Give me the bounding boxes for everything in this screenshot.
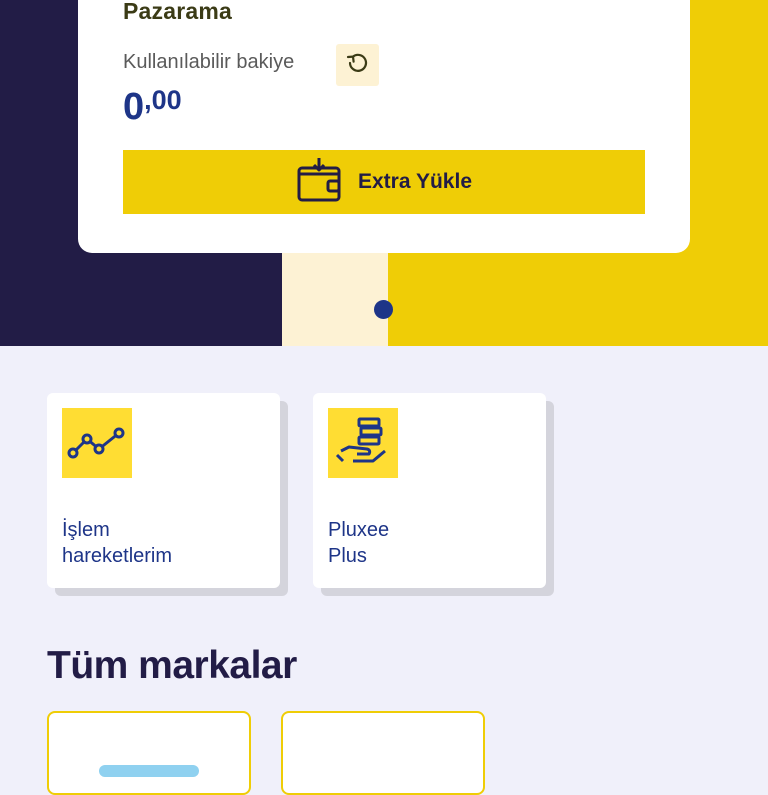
- tile-label-line2: hareketlerim: [62, 545, 173, 567]
- balance-value: 0,00: [123, 85, 182, 129]
- brand-card[interactable]: [281, 711, 485, 795]
- coins-hand-icon: [328, 408, 398, 478]
- wallet-download-icon: [296, 156, 344, 209]
- wallet-title: Pazarama: [123, 0, 233, 24]
- balance-label: Kullanılabilir bakiye: [123, 51, 295, 73]
- tile-label-line1: İşlem: [62, 519, 110, 541]
- balance-integer: 0: [123, 86, 145, 128]
- transactions-tile[interactable]: İşlem hareketlerim: [47, 393, 280, 588]
- brands-section-title: Tüm markalar: [47, 644, 297, 687]
- hero-banner: Pazarama Kullanılabilir bakiye 0,00 Extr…: [0, 0, 768, 346]
- hero-cream-panel: [282, 253, 388, 346]
- tile-label: Pluxee Plus: [328, 517, 389, 569]
- pluxee-plus-tile[interactable]: Pluxee Plus: [313, 393, 546, 588]
- tile-label: İşlem hareketlerim: [62, 517, 172, 569]
- line-chart-icon: [62, 408, 132, 478]
- tile-label-line2: Plus: [328, 545, 367, 567]
- wallet-card[interactable]: Pazarama Kullanılabilir bakiye 0,00 Extr…: [78, 0, 690, 253]
- refresh-balance-button[interactable]: [336, 44, 379, 86]
- extra-load-button[interactable]: Extra Yükle: [123, 150, 645, 214]
- extra-load-label: Extra Yükle: [357, 170, 472, 193]
- carousel-page-dot[interactable]: [374, 300, 393, 319]
- balance-decimal: ,00: [144, 85, 182, 115]
- brand-card[interactable]: [47, 711, 251, 795]
- refresh-icon: [344, 49, 372, 82]
- brand-logo: [99, 765, 199, 777]
- tile-label-line1: Pluxee: [328, 519, 390, 541]
